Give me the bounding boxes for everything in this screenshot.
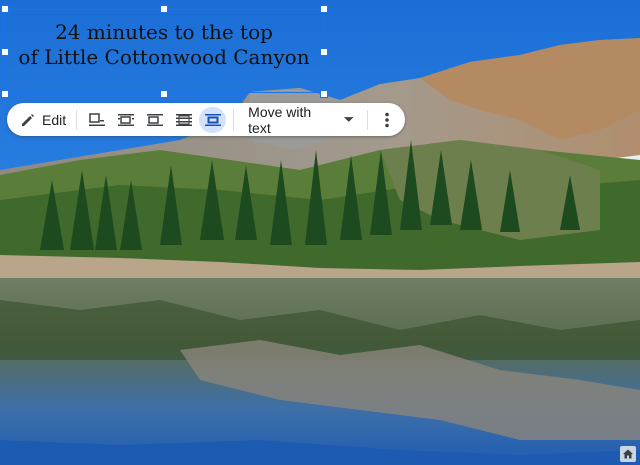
toolbar-divider xyxy=(367,109,369,130)
resize-handle-left[interactable] xyxy=(1,48,9,56)
resize-handle-top-right[interactable] xyxy=(320,5,328,13)
caption-line-2: of Little Cottonwood Canyon xyxy=(18,45,310,69)
caret-down-icon xyxy=(343,116,354,122)
break-text-icon xyxy=(147,113,164,126)
resize-handle-bottom-right[interactable] xyxy=(320,90,328,98)
caption-text[interactable]: 24 minutes to the top of Little Cottonwo… xyxy=(5,20,323,70)
resize-handle-right[interactable] xyxy=(320,48,328,56)
inline-icon xyxy=(89,112,106,126)
home-icon xyxy=(620,446,636,462)
more-vert-icon xyxy=(384,112,389,127)
wrap-text-icon xyxy=(118,113,135,126)
behind-text-button[interactable] xyxy=(171,107,198,133)
toolbar-divider xyxy=(233,109,235,130)
pencil-icon xyxy=(22,113,34,126)
more-options-button[interactable] xyxy=(374,107,399,133)
document-canvas: 24 minutes to the top of Little Cottonwo… xyxy=(0,0,640,465)
edit-label: Edit xyxy=(42,111,67,128)
resize-handle-bottom[interactable] xyxy=(160,90,168,98)
edit-image-button[interactable]: Edit xyxy=(16,107,70,133)
behind-text-icon xyxy=(175,113,192,126)
toolbar-divider xyxy=(76,109,78,130)
in-front-of-text-icon xyxy=(204,113,221,126)
resize-handle-top-left[interactable] xyxy=(1,5,9,13)
break-text-button[interactable] xyxy=(142,107,169,133)
wrap-text-button[interactable] xyxy=(113,107,140,133)
image-options-toolbar: Edit Move with text xyxy=(7,103,405,136)
caption-textbox[interactable]: 24 minutes to the top of Little Cottonwo… xyxy=(4,9,324,93)
position-dropdown[interactable]: Move with text xyxy=(240,103,361,136)
inline-wrap-button[interactable] xyxy=(84,107,111,133)
resize-handle-bottom-left[interactable] xyxy=(1,90,9,98)
resize-handle-top[interactable] xyxy=(160,5,168,13)
position-dropdown-value: Move with text xyxy=(248,103,312,136)
caption-line-1: 24 minutes to the top xyxy=(55,20,273,44)
in-front-of-text-button[interactable] xyxy=(199,106,227,133)
